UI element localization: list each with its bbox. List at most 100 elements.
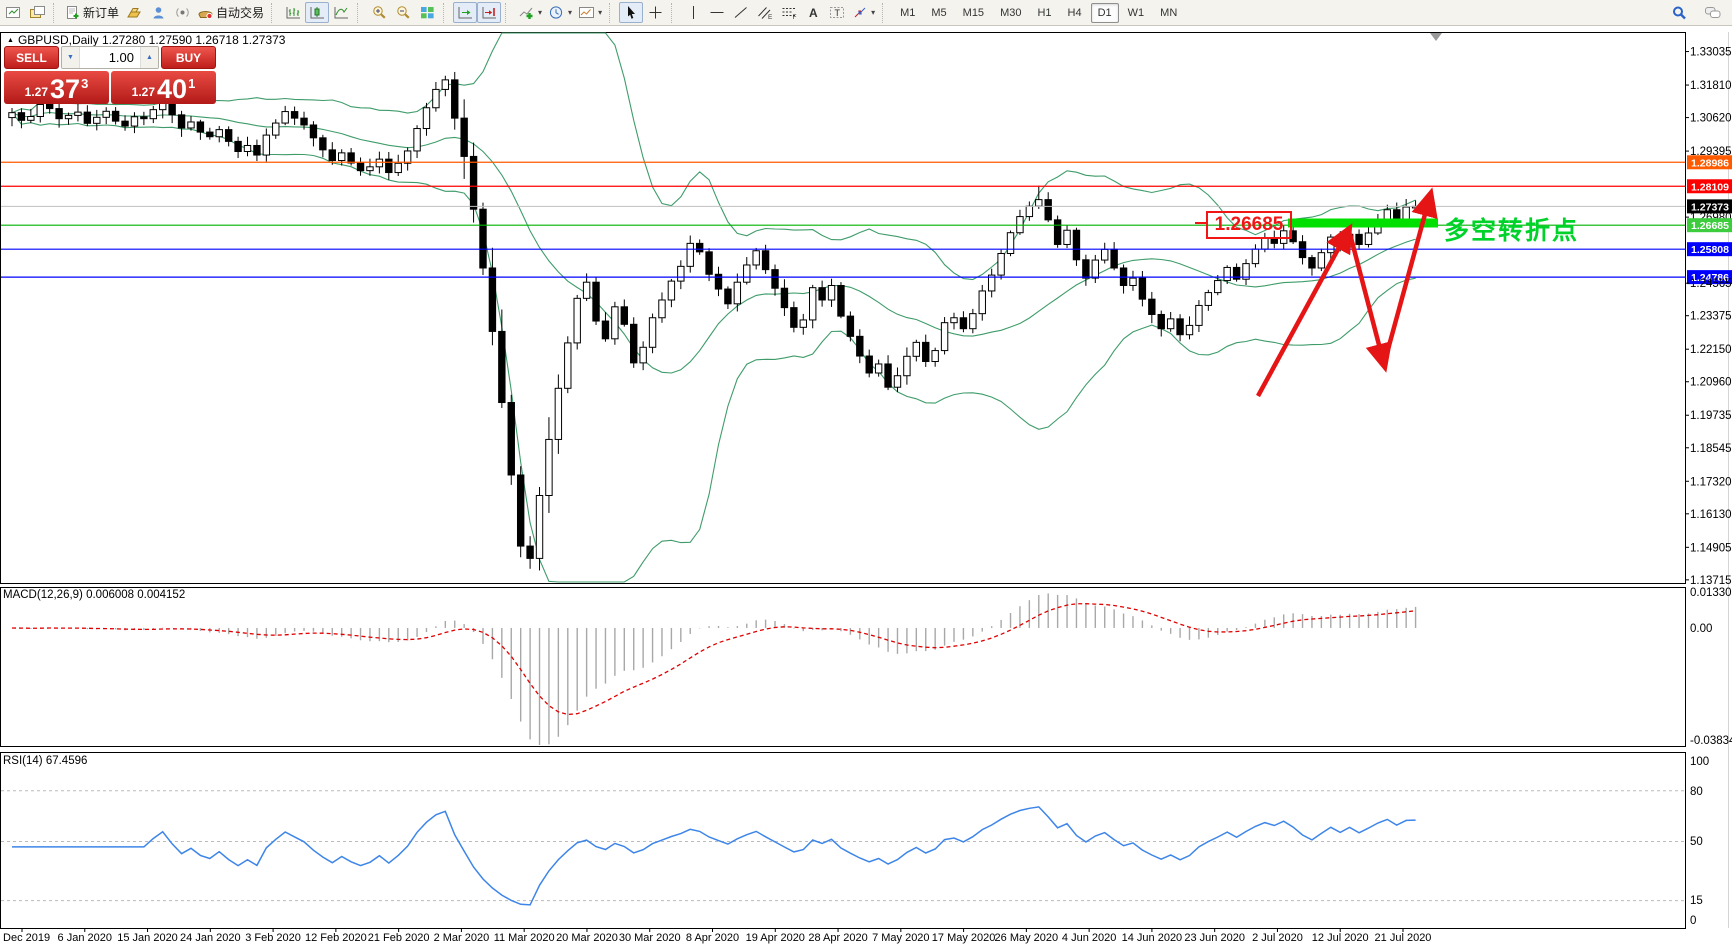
news-button[interactable] <box>170 2 194 23</box>
date-tick-label: 2 Mar 2020 <box>434 932 490 944</box>
date-tick-label: 15 Jan 2020 <box>117 932 178 944</box>
volume-increase-button[interactable]: ▲ <box>140 47 158 68</box>
candle-body <box>951 318 957 323</box>
candle-body <box>1186 325 1192 334</box>
tf-h1[interactable]: H1 <box>1030 3 1058 23</box>
date-tick-label: 17 May 2020 <box>932 932 996 944</box>
date-tick-label: 4 Jun 2020 <box>1062 932 1116 944</box>
shapes-button[interactable]: ▾ <box>849 2 878 23</box>
tf-mn[interactable]: MN <box>1153 3 1184 23</box>
profiles-icon <box>29 5 46 20</box>
candle-body <box>452 80 458 118</box>
annotation-price-label[interactable]: 1.26685 <box>1206 211 1292 239</box>
templates-button[interactable]: ▾ <box>575 2 605 23</box>
search-button[interactable] <box>1667 2 1691 23</box>
crosshair-button[interactable] <box>643 2 667 23</box>
candle-body <box>37 104 43 116</box>
volume-decrease-button[interactable]: ▼ <box>62 47 80 68</box>
candle-body <box>847 316 853 336</box>
candle-body <box>131 117 137 126</box>
text-button[interactable]: A <box>801 2 825 23</box>
bar-chart-button[interactable] <box>281 2 305 23</box>
tf-m15[interactable]: M15 <box>956 3 991 23</box>
fibonacci-button[interactable]: F <box>777 2 801 23</box>
chart-shift-button[interactable] <box>477 2 501 23</box>
signals-button[interactable] <box>146 2 170 23</box>
horizontal-line-button[interactable] <box>705 2 729 23</box>
price-tick-label: 1.18545 <box>1690 443 1732 455</box>
arrows-icon <box>852 5 868 20</box>
autotrading-button[interactable]: 自动交易 <box>194 2 267 23</box>
sell-price[interactable]: 1.27373 <box>4 71 109 104</box>
candle-body <box>1262 238 1268 249</box>
channel-button[interactable]: E <box>753 2 777 23</box>
price-tick-label: 1.23375 <box>1690 311 1732 323</box>
candle-body <box>1252 249 1258 263</box>
candle-body <box>1036 200 1042 207</box>
candlestick-chart-icon <box>309 5 326 20</box>
zoom-out-button[interactable] <box>391 2 415 23</box>
sell-button[interactable]: SELL <box>4 46 59 69</box>
candle-body <box>122 121 128 126</box>
indicators-button[interactable]: ▾ <box>515 2 545 23</box>
profiles-button[interactable] <box>25 2 49 23</box>
date-tick-label: 7 Dec 2019 <box>0 932 50 944</box>
candle-body <box>1158 314 1164 328</box>
toolbar-separator <box>609 3 616 23</box>
chevron-down-icon: ▾ <box>538 8 542 17</box>
gold-ingot-icon <box>126 5 143 20</box>
person-icon <box>150 5 167 20</box>
candle-body <box>320 138 326 150</box>
candle-body <box>1205 293 1211 306</box>
candle-body <box>1045 200 1051 220</box>
tf-h4[interactable]: H4 <box>1061 3 1089 23</box>
cursor-button[interactable] <box>619 2 643 23</box>
candle-body <box>574 298 580 343</box>
candlestick-chart-button[interactable] <box>305 2 329 23</box>
candle-body <box>46 104 52 108</box>
price-tick-label: 1.22150 <box>1690 344 1732 356</box>
tf-m5[interactable]: M5 <box>924 3 953 23</box>
zoom-in-button[interactable] <box>367 2 391 23</box>
tf-w1[interactable]: W1 <box>1121 3 1152 23</box>
tf-m1[interactable]: M1 <box>893 3 922 23</box>
candle-body <box>1007 233 1013 254</box>
tf-m30[interactable]: M30 <box>993 3 1028 23</box>
auto-scroll-button[interactable] <box>453 2 477 23</box>
tf-d1[interactable]: D1 <box>1091 3 1119 23</box>
candle-body <box>772 270 778 289</box>
tile-windows-button[interactable] <box>415 2 439 23</box>
candle-body <box>376 159 382 167</box>
price-tick-label: 1.13715 <box>1690 575 1732 587</box>
autotrading-label: 自动交易 <box>216 4 264 21</box>
expand-triangle-icon[interactable]: ▲ <box>7 37 14 44</box>
line-chart-button[interactable] <box>329 2 353 23</box>
candle-body <box>235 141 241 151</box>
chat-button[interactable] <box>1701 2 1725 23</box>
buy-button[interactable]: BUY <box>161 46 216 69</box>
candle-body <box>828 285 834 299</box>
candle-body <box>913 342 919 356</box>
svg-text:A: A <box>809 6 818 20</box>
market-button[interactable] <box>122 2 146 23</box>
trendline-button[interactable] <box>729 2 753 23</box>
volume-value[interactable]: 1.00 <box>80 47 140 68</box>
price-tick-label: 1.19735 <box>1690 410 1732 422</box>
date-tick-label: 23 Jun 2020 <box>1184 932 1245 944</box>
candle-body <box>706 252 712 274</box>
vertical-line-button[interactable] <box>681 2 705 23</box>
price-tick-label: 1.31810 <box>1690 80 1732 92</box>
buy-price[interactable]: 1.27401 <box>111 71 216 104</box>
cursor-icon <box>624 5 639 20</box>
candle-body <box>329 150 335 161</box>
candle-body <box>687 243 693 266</box>
new-chart-button[interactable] <box>1 2 25 23</box>
candle-body <box>508 403 514 475</box>
candle-body <box>9 113 15 118</box>
candle-body <box>517 475 523 546</box>
text-label-button[interactable]: T <box>825 2 849 23</box>
candle-body <box>546 439 552 495</box>
candle-body <box>1177 319 1183 335</box>
periods-button[interactable]: ▾ <box>545 2 575 23</box>
new-order-button[interactable]: 新订单 <box>63 2 122 23</box>
